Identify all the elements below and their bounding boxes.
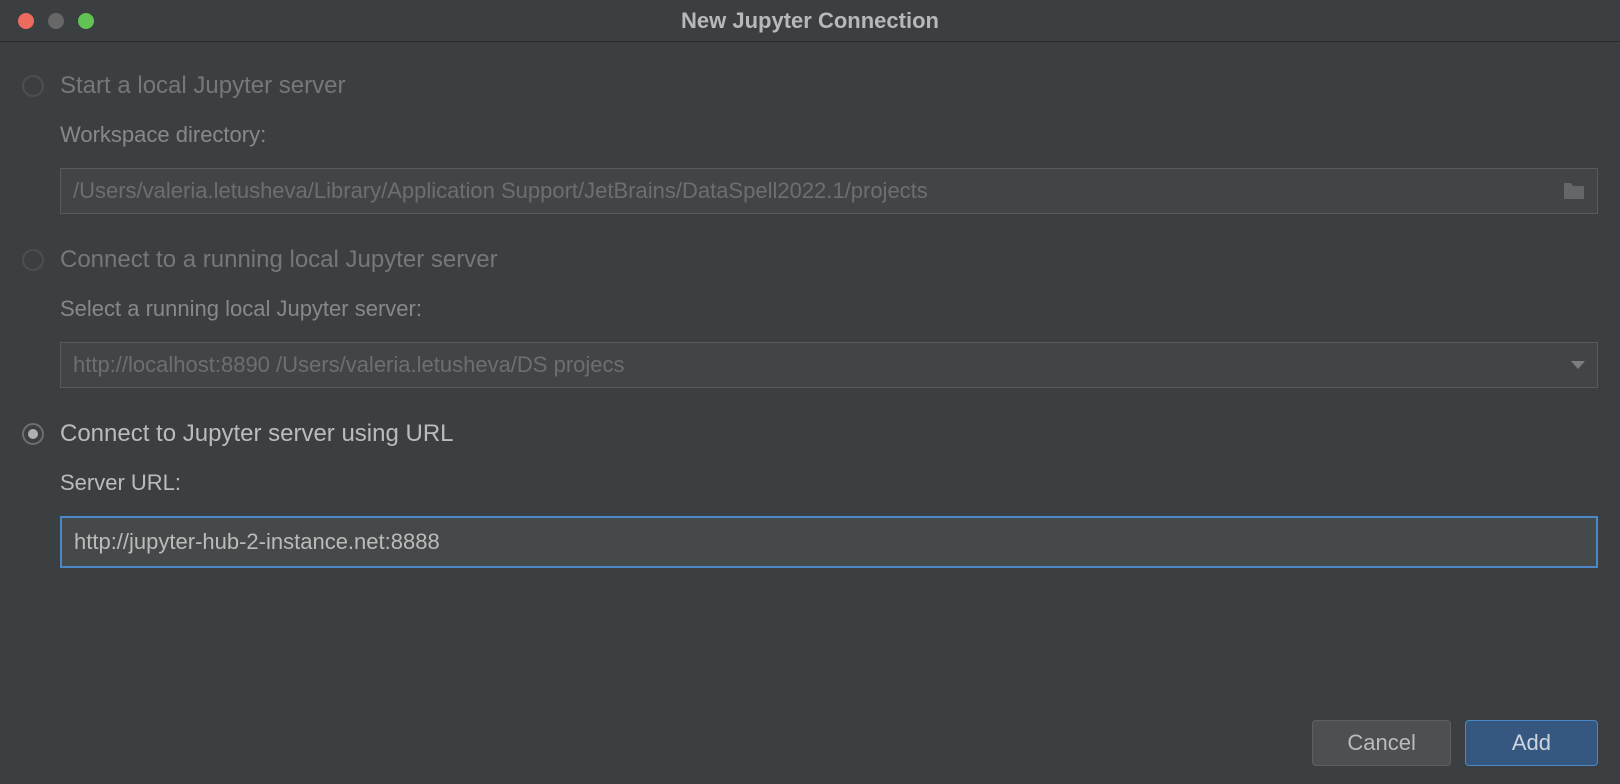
chevron-down-icon — [1571, 361, 1585, 369]
option-start-local: Start a local Jupyter server Workspace d… — [22, 72, 1598, 214]
window-controls — [0, 13, 94, 29]
radio-label-start-local: Start a local Jupyter server — [60, 72, 345, 100]
server-url-input[interactable] — [60, 516, 1598, 568]
radio-label-connect-local: Connect to a running local Jupyter serve… — [60, 246, 498, 274]
workspace-directory-label: Workspace directory: — [60, 122, 1598, 148]
server-url-label: Server URL: — [60, 470, 1598, 496]
workspace-directory-input — [60, 168, 1598, 214]
close-window-button[interactable] — [18, 13, 34, 29]
add-button[interactable]: Add — [1465, 720, 1598, 766]
dialog-title: New Jupyter Connection — [681, 8, 939, 34]
radio-row-start-local[interactable]: Start a local Jupyter server — [22, 72, 1598, 100]
radio-label-connect-url: Connect to Jupyter server using URL — [60, 420, 454, 448]
dialog-footer: Cancel Add — [1312, 720, 1598, 766]
cancel-button[interactable]: Cancel — [1312, 720, 1450, 766]
radio-start-local[interactable] — [22, 75, 44, 97]
maximize-window-button[interactable] — [78, 13, 94, 29]
option-connect-url: Connect to Jupyter server using URL Serv… — [22, 420, 1598, 568]
titlebar: New Jupyter Connection — [0, 0, 1620, 42]
radio-row-connect-url[interactable]: Connect to Jupyter server using URL — [22, 420, 1598, 448]
folder-icon — [1562, 181, 1586, 201]
select-running-server-label: Select a running local Jupyter server: — [60, 296, 1598, 322]
option-connect-local: Connect to a running local Jupyter serve… — [22, 246, 1598, 388]
dialog-content: Start a local Jupyter server Workspace d… — [0, 42, 1620, 568]
minimize-window-button[interactable] — [48, 13, 64, 29]
running-server-select: http://localhost:8890 /Users/valeria.let… — [60, 342, 1598, 388]
running-server-value: http://localhost:8890 /Users/valeria.let… — [73, 352, 625, 378]
radio-connect-local[interactable] — [22, 249, 44, 271]
radio-row-connect-local[interactable]: Connect to a running local Jupyter serve… — [22, 246, 1598, 274]
radio-connect-url[interactable] — [22, 423, 44, 445]
